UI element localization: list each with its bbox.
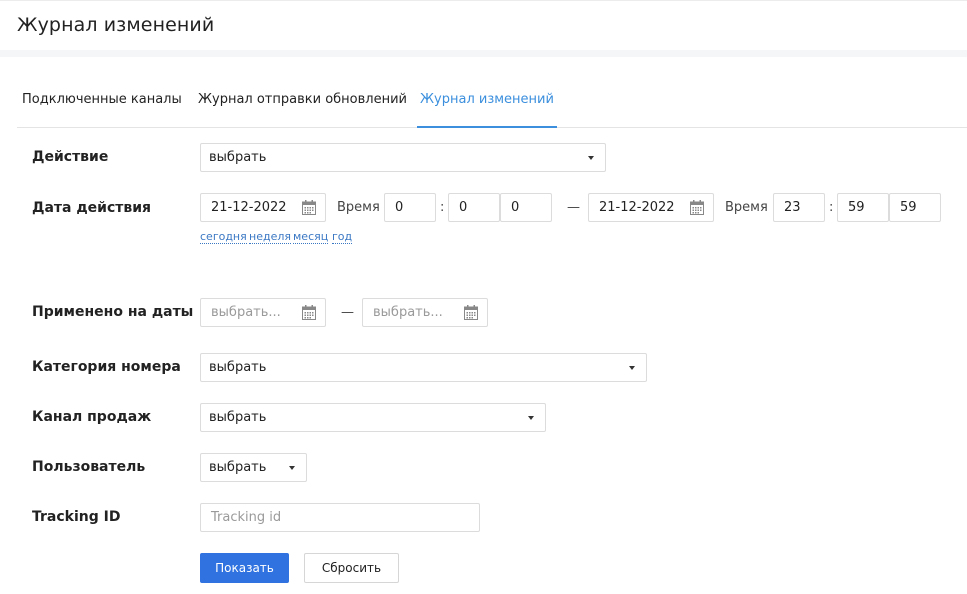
room-category-select[interactable]: выбрать [200, 353, 647, 382]
time-to-hour-input[interactable]: 23 [773, 193, 825, 222]
applied-date-from-input[interactable]: выбрать... [200, 298, 326, 327]
quick-link-today[interactable]: сегодня [200, 231, 247, 244]
calendar-icon[interactable] [690, 200, 704, 215]
quick-link-year[interactable]: год [332, 231, 353, 244]
tracking-id-input[interactable]: Tracking id [200, 503, 480, 532]
tab-connected-channels[interactable]: Подключенные каналы [22, 57, 182, 127]
user-label: Пользователь [32, 459, 146, 475]
time-to-hour-value: 23 [784, 200, 801, 215]
tab-bar: Подключенные каналы Журнал отправки обно… [17, 57, 967, 128]
applied-date-to-placeholder: выбрать... [373, 305, 443, 320]
quick-link-month[interactable]: месяц [293, 231, 329, 244]
tracking-id-label: Tracking ID [32, 509, 121, 525]
quick-link-week[interactable]: неделя [249, 231, 291, 244]
applied-date-to-input[interactable]: выбрать... [362, 298, 488, 327]
time-from-second-value: 0 [511, 200, 520, 215]
chevron-down-icon [528, 416, 534, 420]
time-to-second-value: 59 [900, 200, 917, 215]
tab-change-log[interactable]: Журнал изменений [417, 57, 557, 128]
action-date-from-input[interactable]: 21-12-2022 [200, 193, 326, 222]
time-to-second-input[interactable]: 59 [889, 193, 941, 222]
applied-date-from-placeholder: выбрать... [211, 305, 281, 320]
tab-update-log[interactable]: Журнал отправки обновлений [198, 57, 407, 127]
applied-date-dash: — [341, 305, 354, 320]
user-select[interactable]: выбрать [200, 453, 307, 482]
date-range-dash: — [567, 200, 580, 215]
sales-channel-label: Канал продаж [32, 409, 152, 425]
time-separator: : [440, 200, 445, 215]
page-title: Журнал изменений [17, 14, 215, 36]
chevron-down-icon [629, 366, 635, 370]
action-date-from-value: 21-12-2022 [211, 200, 287, 215]
applied-dates-label: Применено на даты [32, 304, 194, 320]
action-date-to-value: 21-12-2022 [599, 200, 675, 215]
action-select[interactable]: выбрать [200, 143, 606, 172]
time-from-hour-value: 0 [395, 200, 404, 215]
tracking-id-placeholder: Tracking id [211, 510, 282, 525]
calendar-icon[interactable] [464, 305, 478, 320]
action-select-value: выбрать [209, 150, 267, 165]
time-from-minute-value: 0 [459, 200, 468, 215]
sales-channel-select[interactable]: выбрать [200, 403, 546, 432]
show-button[interactable]: Показать [200, 553, 289, 583]
time-from-hour-input[interactable]: 0 [384, 193, 436, 222]
sales-channel-value: выбрать [209, 410, 267, 425]
time-separator: : [829, 200, 834, 215]
time-from-label: Время [337, 200, 380, 215]
chevron-down-icon [588, 156, 594, 160]
time-to-label: Время [725, 200, 768, 215]
reset-button[interactable]: Сбросить [304, 553, 399, 583]
time-from-second-input[interactable]: 0 [500, 193, 552, 222]
time-to-minute-value: 59 [848, 200, 865, 215]
page-header: Журнал изменений [0, 0, 967, 51]
user-select-value: выбрать [209, 460, 267, 475]
action-label: Действие [32, 149, 109, 165]
action-date-to-input[interactable]: 21-12-2022 [588, 193, 714, 222]
time-from-minute-input[interactable]: 0 [448, 193, 500, 222]
calendar-icon[interactable] [302, 305, 316, 320]
room-category-label: Категория номера [32, 359, 181, 375]
calendar-icon[interactable] [302, 200, 316, 215]
header-divider [0, 50, 967, 57]
time-to-minute-input[interactable]: 59 [837, 193, 889, 222]
action-date-label: Дата действия [32, 200, 152, 216]
room-category-value: выбрать [209, 360, 267, 375]
chevron-down-icon [289, 466, 295, 470]
